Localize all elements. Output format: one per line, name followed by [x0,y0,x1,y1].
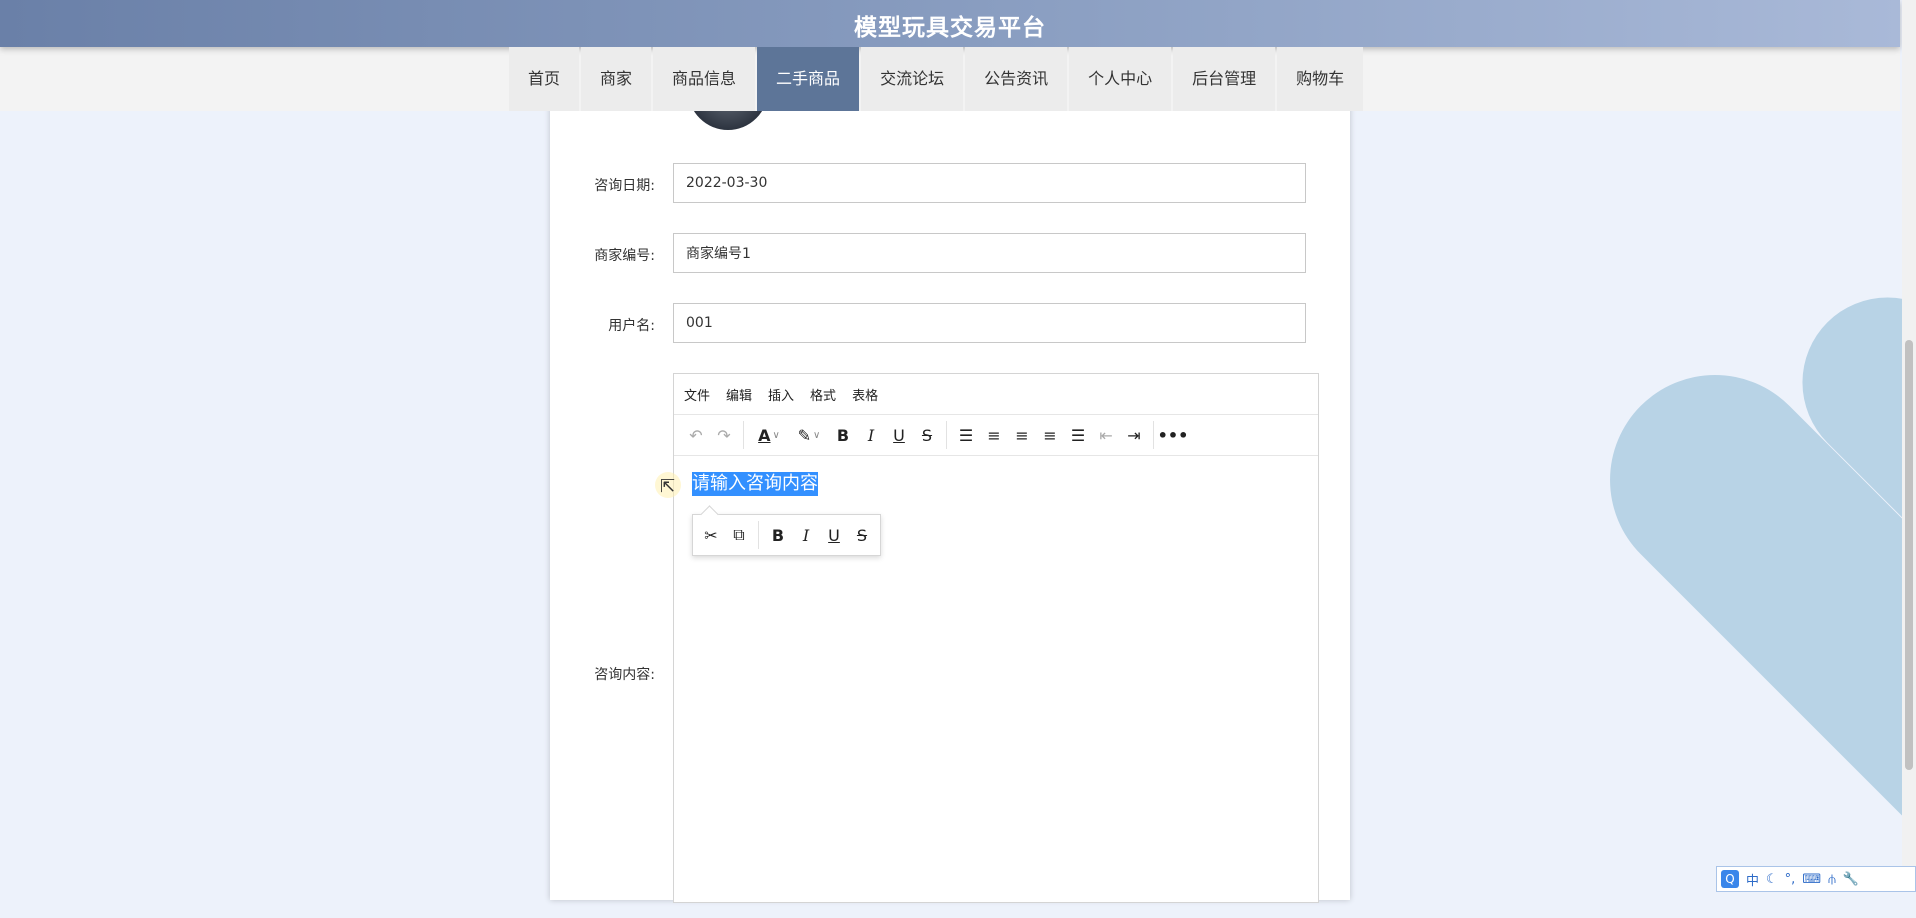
mouse-pointer-icon: ⇱ [660,476,676,497]
nav-item-forum[interactable]: 交流论坛 [861,47,964,111]
undo-icon[interactable]: ↶ [682,421,710,449]
editor-menubar: 文件 编辑 插入 格式 表格 [674,374,1318,415]
content-label: 咨询内容: [594,667,655,683]
nav-item-admin[interactable]: 后台管理 [1173,47,1276,111]
site-title: 模型玩具交易平台 [854,15,1046,41]
editor-placeholder: 请输入咨询内容 [692,472,818,496]
merchant-no-field[interactable] [673,233,1306,273]
menu-file[interactable]: 文件 [684,385,710,404]
username-label: 用户名: [608,318,655,334]
strikethrough-icon[interactable]: S [913,421,941,449]
cut-icon[interactable]: ✂ [697,521,725,549]
align-left-icon[interactable]: ≡ [980,421,1008,449]
ime-mode-indicator[interactable]: 中 [1746,870,1759,889]
moon-icon[interactable]: ☾ [1766,872,1778,887]
menu-format[interactable]: 格式 [810,385,836,404]
redo-icon[interactable]: ↷ [710,421,738,449]
align-right-icon[interactable]: ≡ [1036,421,1064,449]
toolbar-divider [758,521,759,549]
date-label: 咨询日期: [594,178,655,194]
menu-edit[interactable]: 编辑 [726,385,752,404]
nav-item-second-hand[interactable]: 二手商品 [757,47,860,111]
punctuation-icon[interactable]: °, [1785,872,1796,887]
align-center-icon[interactable]: ≡ [1008,421,1036,449]
nav-item-products[interactable]: 商品信息 [653,47,756,111]
nav-item-home[interactable]: 首页 [509,47,580,111]
nav-item-profile[interactable]: 个人中心 [1069,47,1172,111]
bold-icon[interactable]: B [764,521,792,549]
main-nav: 首页 商家 商品信息 二手商品 交流论坛 公告资讯 个人中心 后台管理 购物车 [509,47,1365,111]
line-height-icon[interactable]: ☰ [952,421,980,449]
nav-item-news[interactable]: 公告资讯 [965,47,1068,111]
more-icon[interactable]: ••• [1158,421,1189,449]
nav-item-cart[interactable]: 购物车 [1277,47,1364,111]
merchant-no-label: 商家编号: [594,248,655,264]
ime-logo-icon[interactable]: Q [1721,870,1739,888]
menu-insert[interactable]: 插入 [768,385,794,404]
text-color-icon[interactable]: A ∨ [749,421,789,449]
rich-text-editor: 文件 编辑 插入 格式 表格 ↶ ↷ A ∨ ✎ ∨ B I U S ☰ ≡ ≡ ≡… [673,373,1319,903]
page-scrollbar[interactable] [1902,0,1916,892]
inline-format-toolbar: ✂ ⧉ B I U S [692,514,881,556]
bold-icon[interactable]: B [829,421,857,449]
indent-icon[interactable]: ⇥ [1120,421,1148,449]
toolbar-divider [946,421,947,449]
toolbar-divider [1153,421,1154,449]
nav-item-merchants[interactable]: 商家 [581,47,652,111]
underline-icon[interactable]: U [885,421,913,449]
toolbar-divider [743,421,744,449]
copy-icon[interactable]: ⧉ [725,521,753,549]
underline-icon[interactable]: U [820,521,848,549]
scrollbar-thumb[interactable] [1905,340,1913,770]
split-icon[interactable]: ⫛ [1828,872,1836,887]
strikethrough-icon[interactable]: S [848,521,876,549]
username-field[interactable] [673,303,1306,343]
highlight-color-icon[interactable]: ✎ ∨ [789,421,829,449]
wrench-icon[interactable]: 🔧 [1843,872,1859,887]
editor-toolbar: ↶ ↷ A ∨ ✎ ∨ B I U S ☰ ≡ ≡ ≡ ☰ ⇤ ⇥ ••• [674,415,1318,456]
italic-icon[interactable]: I [857,421,885,449]
ime-status-bar[interactable]: Q 中 ☾ °, ⌨ ⫛ 🔧 [1716,866,1916,892]
keyboard-icon[interactable]: ⌨ [1802,872,1821,887]
align-justify-icon[interactable]: ☰ [1064,421,1092,449]
menu-table[interactable]: 表格 [852,385,878,404]
outdent-icon[interactable]: ⇤ [1092,421,1120,449]
date-field[interactable] [673,163,1306,203]
editor-content-area[interactable]: 请输入咨询内容 ✂ ⧉ B I U S [674,456,1318,556]
italic-icon[interactable]: I [792,521,820,549]
site-header: 模型玩具交易平台 [0,0,1900,47]
